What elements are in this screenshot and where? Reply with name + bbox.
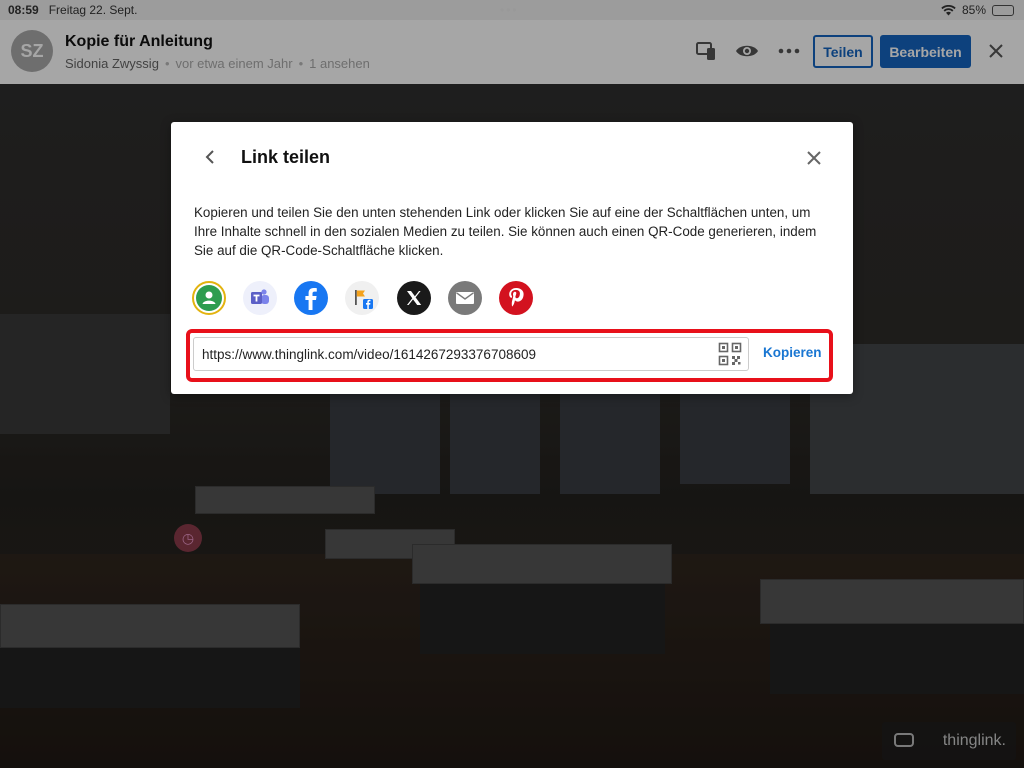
status-time: 08:59	[8, 3, 39, 17]
dialog-description: Kopieren und teilen Sie den unten stehen…	[194, 205, 817, 258]
share-url-input[interactable]: https://www.thinglink.com/video/16142672…	[193, 337, 749, 371]
time-ago: vor etwa einem Jahr	[175, 56, 293, 71]
more-icon[interactable]	[777, 40, 801, 62]
status-date: Freitag 22. Sept.	[48, 3, 138, 17]
view-count: 1 ansehen	[309, 56, 370, 71]
dialog-close-icon[interactable]	[802, 146, 826, 170]
thinglink-watermark: thinglink.	[882, 722, 1016, 760]
share-button[interactable]: Teilen	[813, 35, 873, 68]
back-chevron-icon[interactable]	[200, 146, 220, 168]
edit-button[interactable]: Bearbeiten	[880, 35, 971, 68]
copy-link-button[interactable]: Kopieren	[763, 345, 822, 360]
google-classroom-icon[interactable]	[192, 281, 226, 315]
viewer-header: SZ Kopie für Anleitung Sidonia Zwyssig •…	[0, 20, 1024, 84]
pinterest-icon[interactable]	[499, 281, 533, 315]
clock-hotspot-icon[interactable]: ◷	[174, 524, 202, 552]
status-bar: 08:59 Freitag 22. Sept. ••• 85%	[0, 0, 1024, 20]
x-twitter-icon[interactable]	[397, 281, 431, 315]
qr-code-icon[interactable]	[718, 342, 742, 366]
avatar[interactable]: SZ	[11, 30, 53, 72]
microsoft-teams-icon[interactable]	[243, 281, 277, 315]
email-icon[interactable]	[448, 281, 482, 315]
page-title: Kopie für Anleitung	[65, 33, 213, 50]
meta-separator: •	[298, 56, 304, 71]
brand-logo: thinglink.	[942, 732, 1006, 749]
wifi-icon	[941, 4, 956, 15]
facebook-workplace-icon[interactable]	[345, 281, 379, 315]
status-right: 85%	[941, 3, 1014, 17]
eye-icon[interactable]	[735, 40, 759, 62]
meta-separator: •	[164, 56, 170, 71]
author-name[interactable]: Sidonia Zwyssig	[65, 56, 159, 71]
multitasking-dots-icon[interactable]: •••	[500, 3, 519, 17]
device-preview-icon[interactable]	[694, 40, 718, 62]
content-meta: Sidonia Zwyssig • vor etwa einem Jahr • …	[65, 56, 370, 71]
dialog-title: Link teilen	[241, 147, 331, 167]
battery-percent: 85%	[961, 3, 986, 17]
vr-headset-icon[interactable]	[894, 733, 914, 747]
close-icon[interactable]	[985, 40, 1007, 62]
facebook-icon[interactable]	[294, 281, 328, 315]
battery-icon	[992, 4, 1014, 16]
